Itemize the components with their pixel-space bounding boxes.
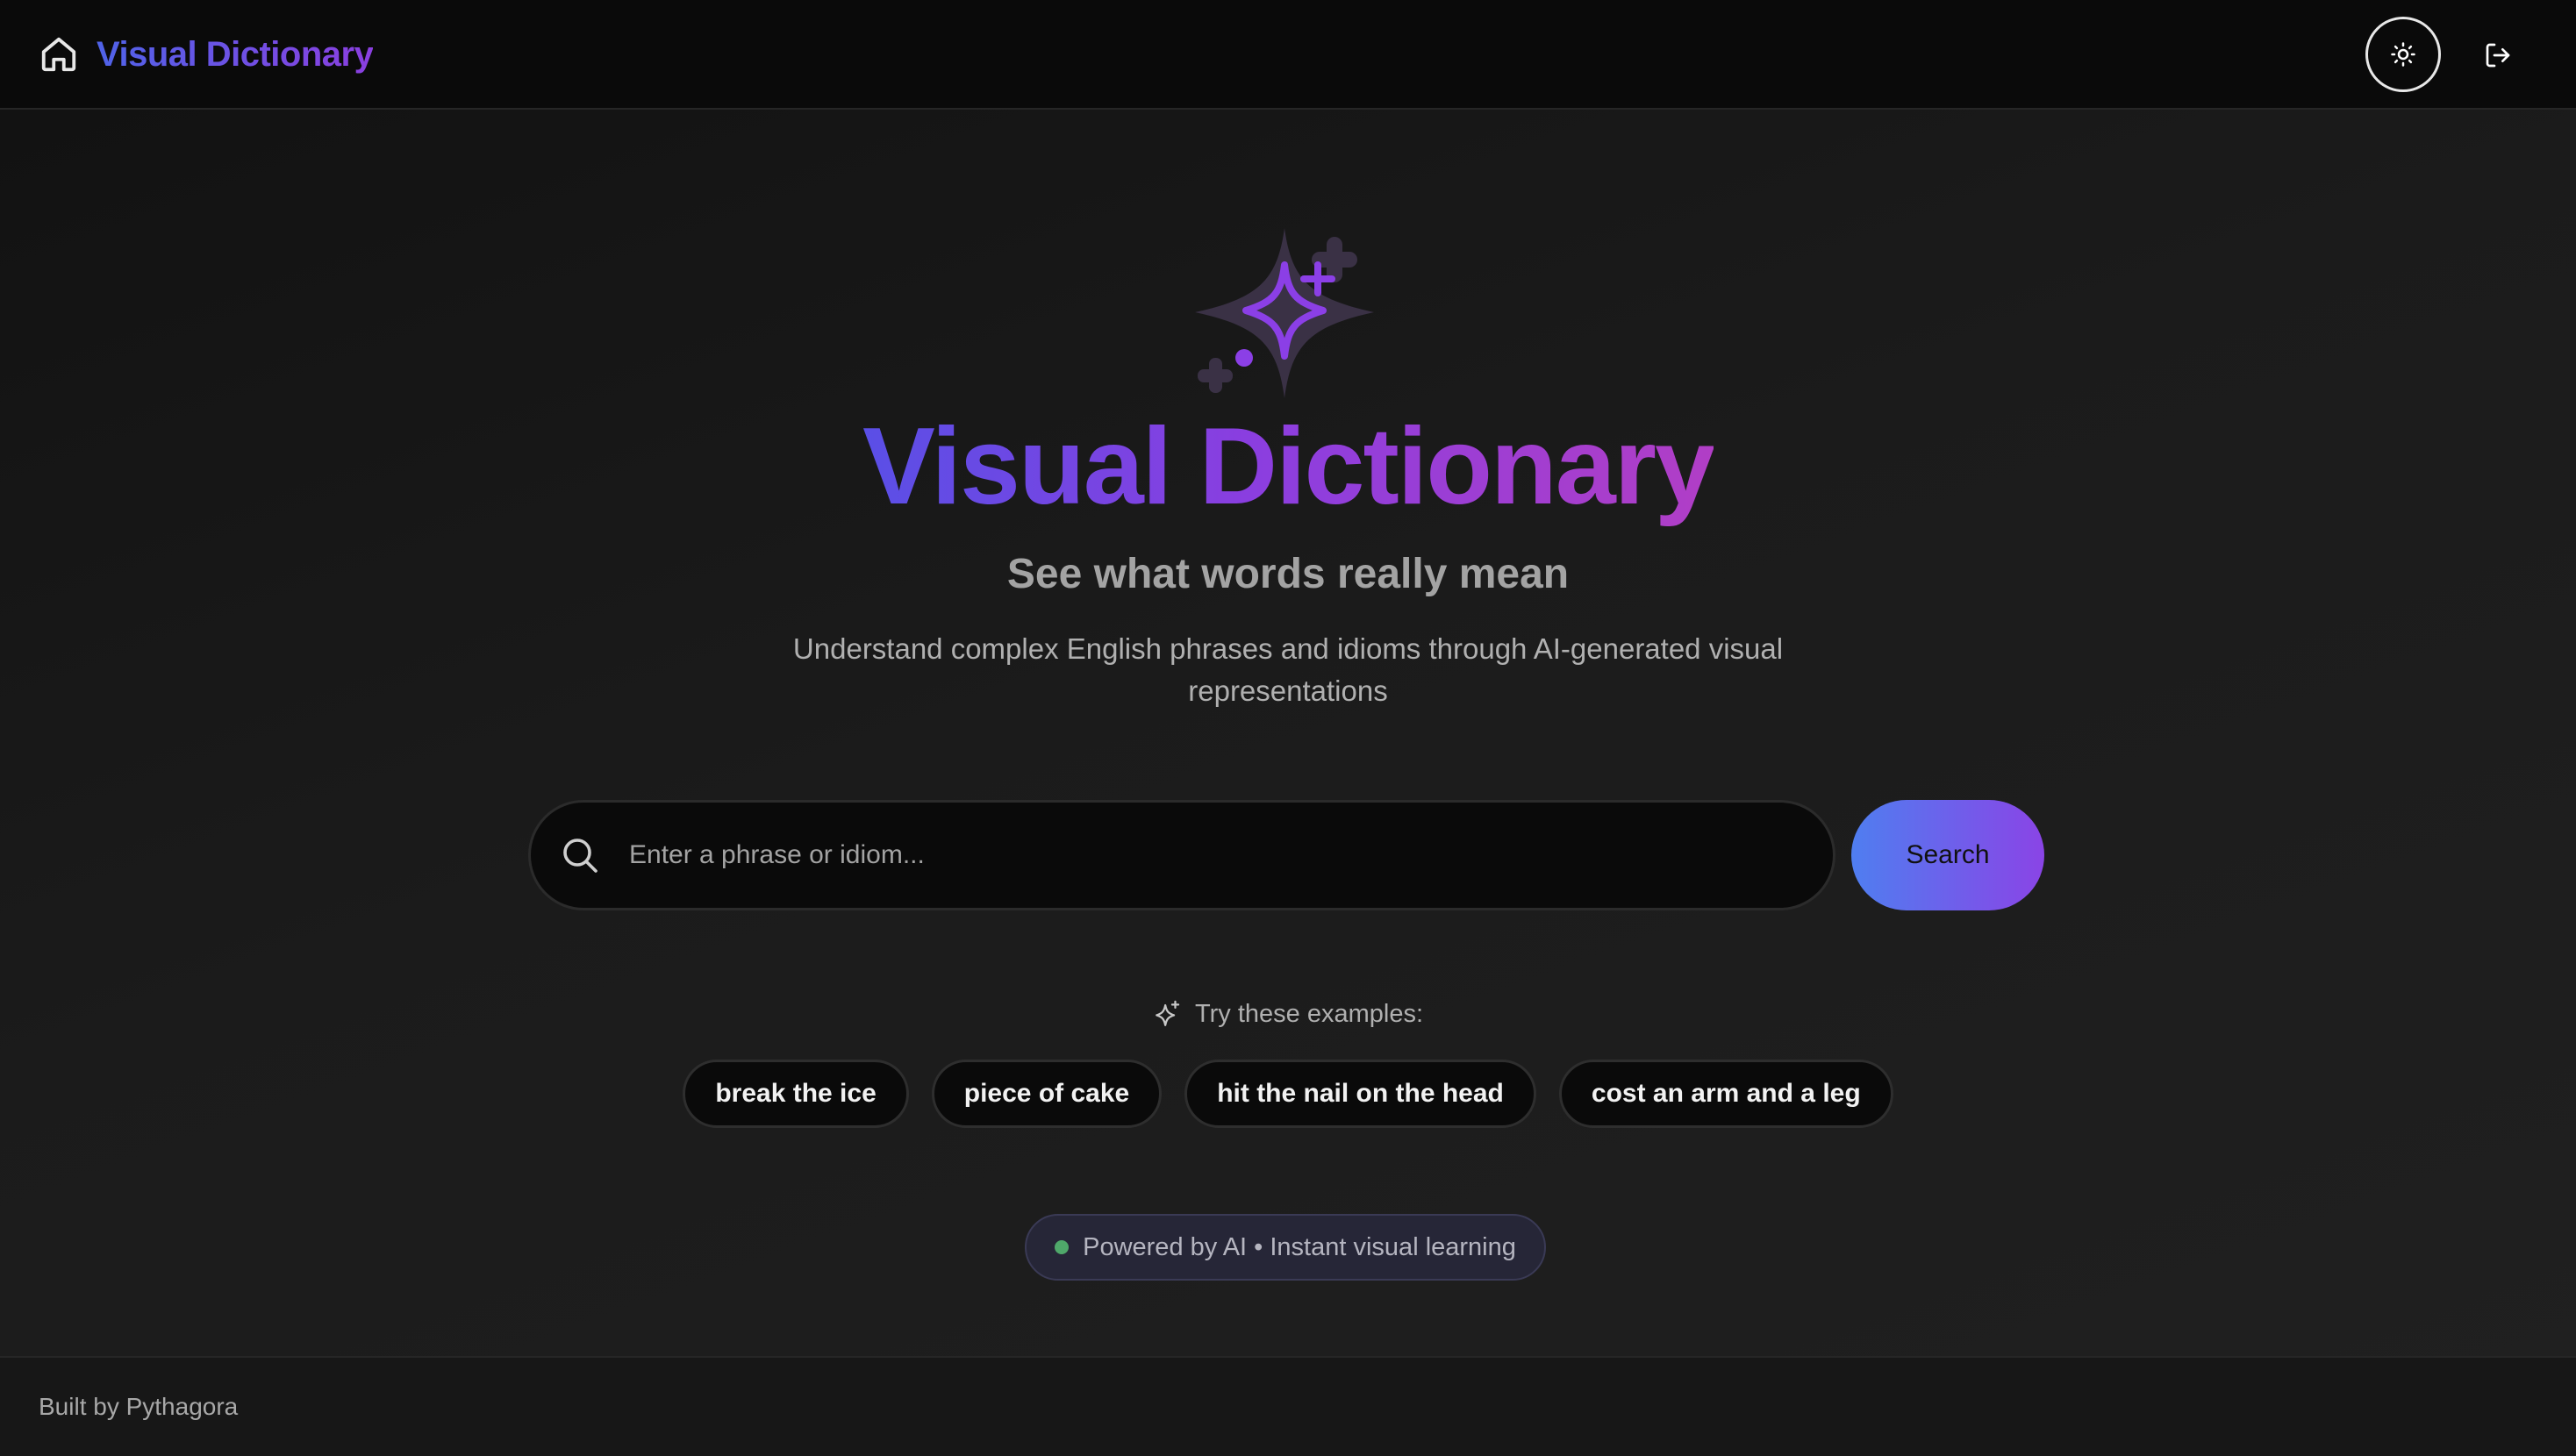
example-chip[interactable]: cost an arm and a leg — [1558, 1060, 1893, 1128]
footer-text: Built by Pythagora — [39, 1393, 239, 1420]
examples-label: Try these examples: — [1194, 1000, 1424, 1028]
example-chips: break the ice piece of cake hit the nail… — [0, 1060, 2576, 1128]
search-button[interactable]: Search — [1851, 800, 2044, 910]
brand-title: Visual Dictionary — [97, 34, 374, 74]
search-icon — [563, 839, 597, 873]
badge-text: Powered by AI • Instant visual learning — [1083, 1232, 1516, 1261]
home-link[interactable]: Visual Dictionary — [39, 30, 374, 79]
home-icon — [41, 37, 76, 72]
top-nav: Visual Dictionary — [0, 0, 2576, 110]
powered-by-badge: Powered by AI • Instant visual learning — [1025, 1214, 1546, 1281]
tagline: See what words really mean — [1006, 551, 1570, 597]
example-chip[interactable]: piece of cake — [931, 1060, 1163, 1128]
examples-heading: Try these examples: — [0, 995, 2576, 1033]
search-box — [528, 800, 1835, 910]
theme-toggle-button[interactable] — [2365, 17, 2441, 92]
logout-icon — [2486, 43, 2510, 68]
sun-icon — [2391, 42, 2415, 67]
search-input[interactable] — [627, 819, 1798, 891]
footer: Built by Pythagora — [0, 1356, 2576, 1456]
sparkles-icon — [1195, 228, 1374, 398]
logout-button[interactable] — [2474, 32, 2522, 79]
status-dot — [1055, 1240, 1070, 1254]
example-chip[interactable]: break the ice — [683, 1060, 909, 1128]
page-title: Visual Dictionary — [862, 406, 1715, 527]
page: Visual Dictionary Visual Dictionary See … — [0, 0, 2576, 1456]
sparkle-icon — [1156, 1000, 1180, 1026]
example-chip[interactable]: hit the nail on the head — [1184, 1060, 1536, 1128]
description: Understand complex English phrases and i… — [792, 632, 1784, 707]
